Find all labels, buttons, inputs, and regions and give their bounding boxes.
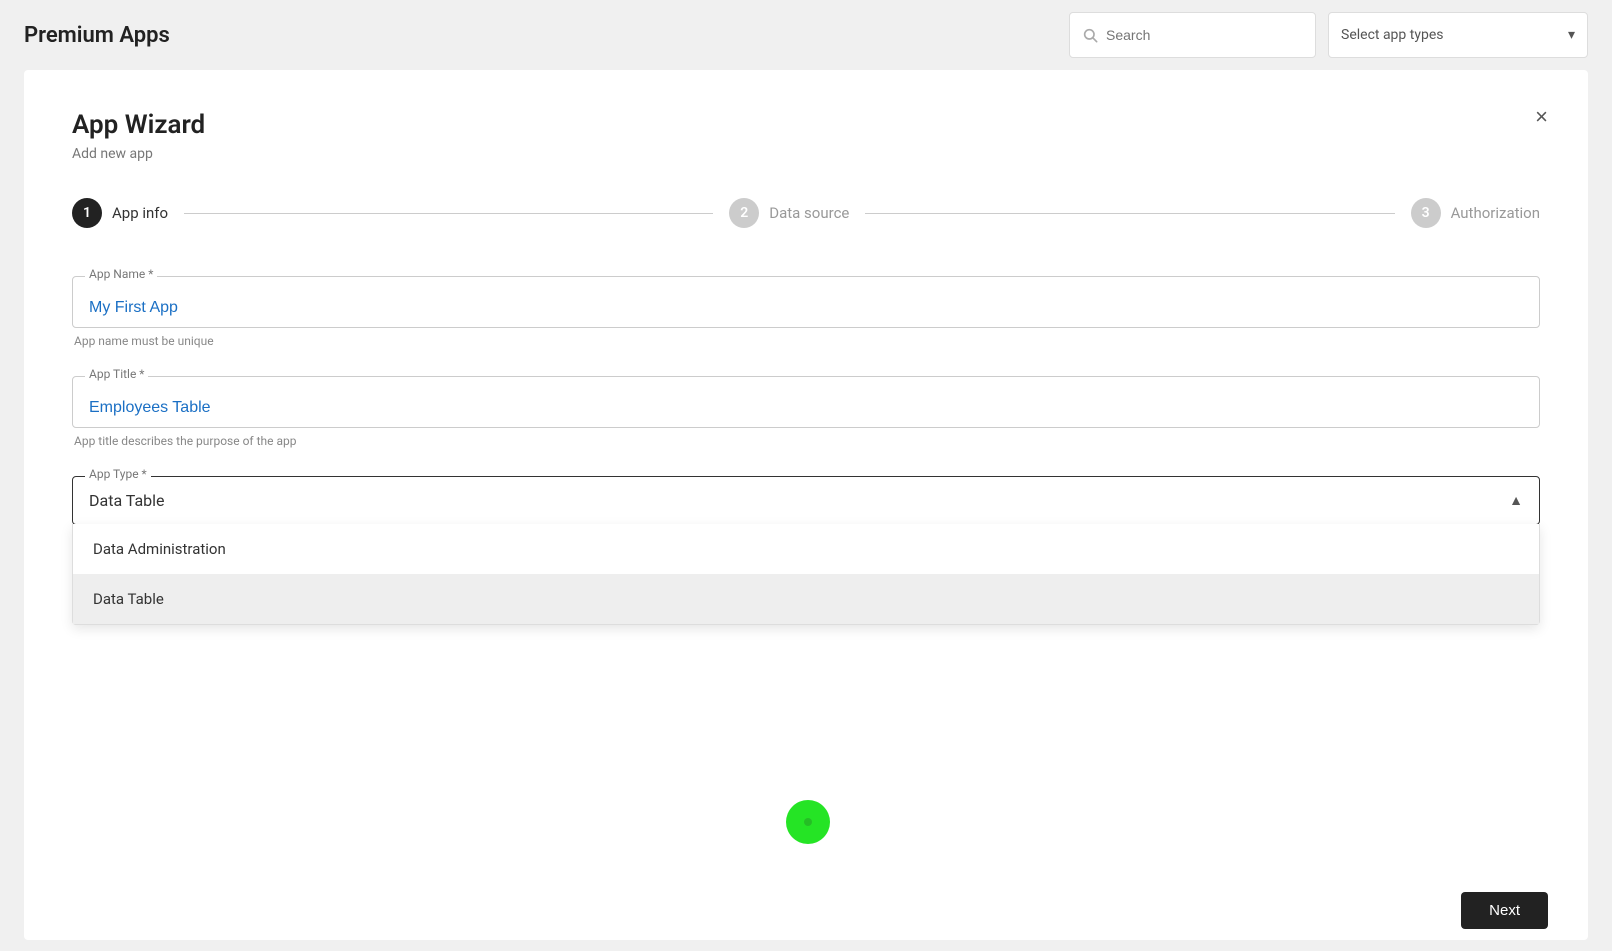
select-app-types-label: Select app types [1341,27,1443,43]
step-3: 3 Authorization [1411,198,1540,228]
step-1: 1 App info [72,198,168,228]
app-type-select-row[interactable]: Data Table ▲ [73,477,1539,524]
top-bar-right: Select app types ▾ [1069,12,1588,58]
app-name-hint: App name must be unique [72,334,1540,348]
search-box[interactable] [1069,12,1316,58]
app-title-input[interactable] [89,399,1523,417]
step-3-circle: 3 [1411,198,1441,228]
step-2: 2 Data source [729,198,849,228]
search-icon [1082,27,1098,43]
app-title-wrapper: App Title * [72,376,1540,428]
app-title-hint: App title describes the purpose of the a… [72,434,1540,448]
search-input[interactable] [1106,27,1303,43]
select-app-types-dropdown[interactable]: Select app types ▾ [1328,12,1588,58]
app-type-dropdown: Data Administration Data Table [72,524,1540,625]
app-name-input[interactable] [89,299,1523,317]
chevron-up-icon: ▲ [1509,492,1523,509]
step-line-1 [184,213,713,214]
step-1-circle: 1 [72,198,102,228]
wizard-header: App Wizard Add new app [72,110,1540,162]
app-type-value: Data Table [89,491,165,510]
step-2-label: Data source [769,204,849,222]
app-title-label: App Title * [85,367,148,381]
app-type-wrapper[interactable]: App Type * Data Table ▲ Data Administrat… [72,476,1540,525]
wizard-title: App Wizard [72,110,1540,140]
app-name-group: App Name * App name must be unique [72,276,1540,348]
app-title-group: App Title * App title describes the purp… [72,376,1540,448]
cursor-indicator [786,800,830,844]
app-name-wrapper: App Name * [72,276,1540,328]
step-2-circle: 2 [729,198,759,228]
close-button[interactable]: × [1535,106,1548,128]
top-bar: Premium Apps Select app types ▾ [0,0,1612,70]
bottom-bar: Next [1461,880,1548,940]
next-button[interactable]: Next [1461,892,1548,929]
stepper: 1 App info 2 Data source 3 Authorization [72,198,1540,228]
step-3-label: Authorization [1451,204,1540,222]
wizard-panel: × App Wizard Add new app 1 App info 2 Da… [24,70,1588,940]
chevron-down-icon: ▾ [1568,27,1575,43]
wizard-subtitle: Add new app [72,146,1540,162]
dropdown-item-data-table[interactable]: Data Table [73,574,1539,624]
app-type-label: App Type * [85,467,151,481]
dropdown-item-data-administration[interactable]: Data Administration [73,524,1539,574]
app-name-label: App Name * [85,267,157,281]
page-title: Premium Apps [24,23,170,48]
step-line-2 [865,213,1394,214]
step-1-label: App info [112,204,168,222]
app-type-group: App Type * Data Table ▲ Data Administrat… [72,476,1540,525]
